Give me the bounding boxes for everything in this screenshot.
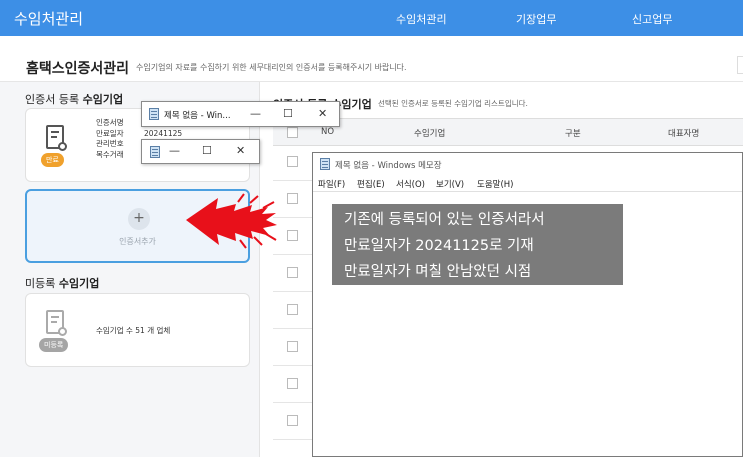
row-divider [273,365,315,366]
notepad-text-area[interactable]: 기존에 등록되어 있는 인증서라서 만료일자가 20241125로 기재 만료일… [332,204,623,285]
table-header: NO 수임기업 구분 대표자명 [273,118,743,146]
column-representative: 대표자명 [668,129,700,139]
notepad-icon [320,158,330,170]
menu-format[interactable]: 서식(O) [396,178,425,190]
menu-view[interactable]: 보기(V) [436,178,464,190]
page-subtitle: 수임기업의 자료를 수집하기 위한 세무대리인의 인증서를 등록해주시기 바랍니… [136,63,407,72]
unregistered-count: 수임기업 수 51 개 업체 [96,326,171,335]
menu-file[interactable]: 파일(F) [318,178,345,190]
row-checkbox[interactable] [287,267,298,278]
note-line-2: 만료일자가 20241125로 기재 [344,238,534,254]
row-divider [273,439,315,440]
notepad-window-main[interactable]: 제목 없음 - Windows 메모장 파일(F) 편집(E) 서식(O) 보기… [312,152,743,457]
row-checkbox[interactable] [287,193,298,204]
cert-expiry-value: 20241125 [144,128,183,138]
nav-client-management[interactable]: 수임처관리 [396,11,447,27]
page-title: 홈택스인증서관리 [26,61,130,77]
notepad-window-small[interactable]: 제목 없음 - Win... — ☐ ✕ [141,101,340,127]
row-divider [273,402,315,403]
red-arrow [186,193,277,249]
notepad-icon [150,146,160,158]
notepad-small-title: 제목 없음 - Win... [164,111,231,121]
select-all-checkbox[interactable] [287,127,298,138]
note-line-1: 기존에 등록되어 있는 인증서라서 [344,212,545,228]
plus-icon: + [128,208,150,230]
column-type: 구분 [565,129,581,139]
status-badge-unregistered: 미등록 [39,338,69,352]
notepad-window-tiny[interactable]: — ☐ ✕ [141,139,260,164]
page-header: 홈택스인증서관리 수임기업의 자료를 수집하기 위한 세무대리인의 인증서를 등… [0,36,743,82]
row-divider [273,180,315,181]
row-divider [273,328,315,329]
menu-edit[interactable]: 편집(E) [357,178,385,190]
menu-divider [313,191,742,192]
note-line-3: 만료일자가 며칠 안남았던 시점 [344,264,532,280]
minimize-button[interactable]: — [250,107,261,120]
row-checkbox[interactable] [287,341,298,352]
row-checkbox[interactable] [287,415,298,426]
registered-section-title: 인증서 등록 수임기업 [25,93,124,106]
cert-label-name: 인증서명 [96,118,124,127]
unregistered-section-title: 미등록 수임기업 [25,277,100,290]
app-brand[interactable]: 수임처관리 [14,8,83,29]
column-client: 수임기업 [414,129,446,139]
top-navigation-bar: 수임처관리 수임처관리 기장업무 신고업무 [0,0,743,36]
nav-filing[interactable]: 신고업무 [632,11,672,27]
close-button[interactable]: ✕ [318,107,327,120]
header-right-control[interactable] [737,56,743,74]
certificate-icon-gray [46,310,67,336]
row-checkbox[interactable] [287,230,298,241]
table-subtitle: 선택된 인증서로 등록된 수임기업 리스트입니다. [378,99,528,108]
row-checkbox[interactable] [287,156,298,167]
minimize-button[interactable]: — [169,144,180,157]
column-no: NO [321,127,335,137]
menu-help[interactable]: 도움말(H) [477,178,513,190]
row-divider [273,291,315,292]
status-badge-expired: 만료 [41,153,64,167]
row-checkbox[interactable] [287,378,298,389]
unregistered-card[interactable]: 미등록 수임기업 수 51 개 업체 [25,293,250,367]
certificate-icon [46,125,67,151]
close-button[interactable]: ✕ [236,144,245,157]
cert-label-expiry: 만료일자 [96,128,124,138]
cert-label-number: 관리번호 [96,139,124,148]
notepad-title: 제목 없음 - Windows 메모장 [335,161,442,171]
maximize-button[interactable]: ☐ [202,144,212,157]
cert-label-multi: 복수거래 [96,149,124,159]
notepad-icon [149,108,159,120]
row-divider [273,254,315,255]
row-checkbox[interactable] [287,304,298,315]
nav-bookkeeping[interactable]: 기장업무 [516,11,556,27]
maximize-button[interactable]: ☐ [283,107,293,120]
